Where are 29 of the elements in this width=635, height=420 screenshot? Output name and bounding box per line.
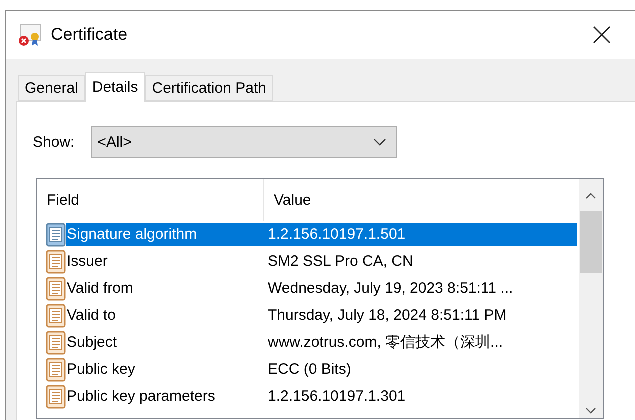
field-icon xyxy=(46,222,66,246)
field-icon xyxy=(46,250,66,274)
scroll-up-icon xyxy=(586,193,596,199)
list-row[interactable]: Issuer SM2 SSL Pro CA, CN xyxy=(66,250,577,273)
field-icon xyxy=(46,276,66,300)
list-row[interactable]: Public key parameters 1.2.156.10197.1.301 xyxy=(66,385,577,408)
list-row[interactable]: Signature algorithm 1.2.156.10197.1.501 xyxy=(66,223,577,246)
column-header[interactable]: Field xyxy=(37,179,264,221)
list-row[interactable]: Public key ECC (0 Bits) xyxy=(66,358,577,381)
tab[interactable]: General xyxy=(18,75,86,101)
field-icon xyxy=(46,330,66,354)
tab[interactable]: Certification Path xyxy=(145,75,274,101)
scrollbar[interactable] xyxy=(579,179,603,418)
column-header[interactable]: Value xyxy=(264,179,579,221)
show-dropdown[interactable]: <All> xyxy=(90,126,397,158)
scroll-thumb[interactable] xyxy=(580,211,602,273)
field-icon xyxy=(46,384,66,408)
tab[interactable]: Details xyxy=(85,72,146,102)
chevron-down-icon xyxy=(374,138,386,146)
show-label: Show: xyxy=(33,134,75,150)
list-row[interactable]: Subject www.zotrus.com, 零信技术（深圳... xyxy=(66,331,577,354)
scroll-down-icon xyxy=(586,408,596,414)
field-icon xyxy=(46,358,66,382)
list-row[interactable]: Valid to Thursday, July 18, 2024 8:51:11 PM xyxy=(66,304,577,327)
certificate-icon xyxy=(18,23,42,47)
field-icon xyxy=(46,304,66,328)
list-row[interactable]: Valid from Wednesday, July 19, 2023 8:51:11 ... xyxy=(66,277,577,300)
window-title: Certificate xyxy=(51,25,129,45)
close-icon xyxy=(593,26,611,44)
